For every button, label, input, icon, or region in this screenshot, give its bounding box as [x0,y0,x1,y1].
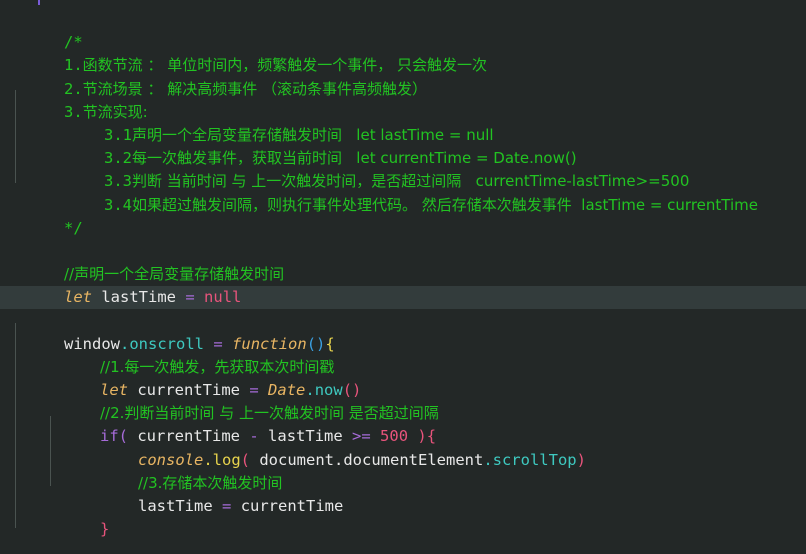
token-identifier-window: window [64,334,120,353]
code-line-11[interactable]: //声明一个全局变量存储触发时间 [0,240,806,283]
token-brace-open-function: { [325,334,335,353]
token-list-text-1: 函数节流 ： 单位时间内，频繁触发一个事件， 只会触发一次 [82,56,487,75]
token-property-onscroll: .onscroll [120,334,204,353]
token-operator-assign-4: = [222,496,232,515]
token-list-text-3: 节流实现: [82,102,148,121]
token-identifier-lasttime: lastTime [101,288,176,307]
token-comment-declare: //声明一个全局变量存储触发时间 [64,265,285,284]
token-block-comment-close: */ [64,218,83,237]
token-property-documentelement: .documentElement [334,450,484,469]
token-keyword-if: if( [100,427,128,446]
token-keyword-let: let [64,288,92,307]
token-value-null: null [204,288,242,307]
token-operator-gte: >= [352,427,371,446]
token-brace-close-if: } [100,520,110,539]
code-content[interactable]: /* 1.函数节流 ： 单位时间内，频繁触发一个事件， 只会触发一次 2.节流场… [0,0,806,554]
token-paren-close-log: ) [576,450,586,469]
token-operator-assign-3: = [249,381,259,400]
code-line-24[interactable]: } [0,541,806,554]
token-comment-step3: //3.存储本次触发时间 [138,473,283,492]
token-paren-close-brace-open: ){ [417,427,437,446]
token-sublist-text-33: 判断 当前时间 与 上一次触发时间，是否超过间隔 currentTime-las… [132,172,690,191]
token-identifier-lasttime-2: lastTime [268,427,343,446]
token-paren-call-now: () [342,381,362,400]
token-identifier-document: document [259,450,334,469]
token-operator-minus: - [249,427,259,446]
token-identifier-currenttime: currentTime [137,381,240,400]
token-block-comment-open: /* [64,33,83,52]
code-line-10-blank[interactable] [0,217,806,240]
token-sublist-number-33: 3.3 [104,172,132,191]
token-paren-open-log: ( [240,450,250,469]
code-line-1[interactable]: /* [0,8,806,51]
token-sublist-number-32: 3.2 [104,149,132,168]
token-keyword-date: Date [268,381,306,400]
token-comment-step1: //1.每一次触发，先获取本次时间戳 [100,357,335,376]
code-line-2[interactable]: 1.函数节流 ： 单位时间内，频繁触发一个事件， 只会触发一次 [0,31,806,74]
token-property-scrolltop: .scrollTop [483,450,577,469]
token-list-number-3: 3. [64,102,83,121]
token-sublist-number-34: 3.4 [104,195,132,214]
token-identifier-currenttime-3: currentTime [240,496,344,515]
token-operator-assign: = [185,288,195,307]
code-line-14[interactable]: window.onscroll = function(){ [0,309,806,353]
token-sublist-text-34: 如果超过触发间隔，则执行事件处理代码。 然后存储本次触发事件 lastTime … [132,195,758,214]
token-keyword-function: function [232,334,307,353]
token-identifier-currenttime-2: currentTime [137,427,240,446]
code-line-21[interactable]: lastTime = currentTime [0,472,806,515]
code-line-22[interactable]: } [0,495,806,538]
token-list-text-2: 节流场景 ： 解决高频事件 （滚动条事件高频触发） [82,79,427,98]
token-list-number-1: 1. [64,56,83,75]
token-method-log: .log [203,450,241,469]
token-property-now: .now [305,381,343,400]
token-sublist-text-31: 声明一个全局变量存储触发时间 let lastTime = null [132,125,494,144]
code-editor[interactable]: /* 1.函数节流 ： 单位时间内，频繁触发一个事件， 只会触发一次 2.节流场… [0,0,806,554]
token-identifier-lasttime-3: lastTime [138,496,213,515]
token-paren-empty: () [306,334,326,353]
token-operator-assign-2: = [213,334,223,353]
token-comment-step2: //2.判断当前时间 与 上一次触发时间 是否超过间隔 [100,404,439,423]
token-object-console: console [138,450,204,469]
token-number-500: 500 [380,427,409,446]
token-sublist-number-31: 3.1 [104,125,132,144]
token-list-number-2: 2. [64,79,83,98]
token-keyword-let-2: let [100,381,128,400]
token-sublist-text-32: 每一次触发事件，获取当前时间 let currentTime = Date.no… [132,149,577,168]
code-line-23-blank[interactable] [0,518,806,541]
